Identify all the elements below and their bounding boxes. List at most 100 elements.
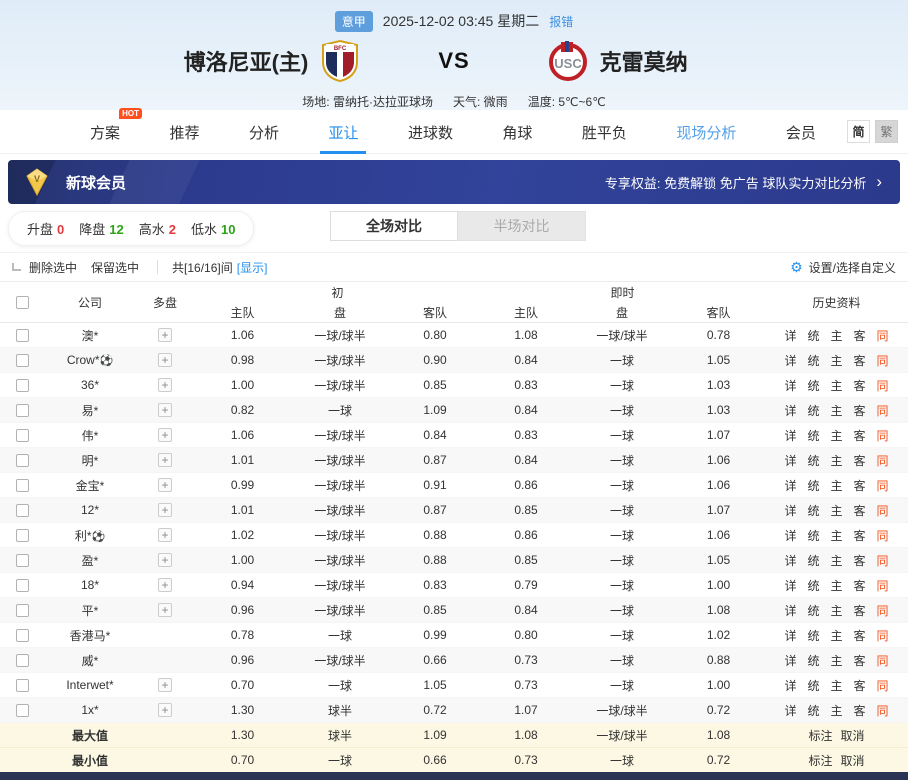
away-link[interactable]: 客: [854, 577, 866, 594]
lang-simplified-button[interactable]: 简: [847, 120, 870, 143]
tab-角球[interactable]: 角球: [500, 110, 534, 154]
company-name[interactable]: 明*: [45, 452, 135, 469]
same-link[interactable]: 同: [877, 352, 889, 369]
detail-link[interactable]: 详: [784, 652, 796, 669]
tab-现场分析[interactable]: 现场分析: [674, 110, 738, 154]
home-link[interactable]: 主: [830, 652, 842, 669]
full-match-toggle[interactable]: 全场对比: [330, 211, 458, 241]
company-name[interactable]: 金宝*: [45, 477, 135, 494]
detail-link[interactable]: 详: [784, 377, 796, 394]
same-link[interactable]: 同: [877, 327, 889, 344]
stats-link[interactable]: 统: [807, 377, 819, 394]
delete-selected-button[interactable]: 删除选中: [29, 259, 77, 276]
company-name[interactable]: 36*: [45, 378, 135, 392]
multi-odds-button[interactable]: +: [158, 353, 172, 367]
home-link[interactable]: 主: [830, 452, 842, 469]
company-name[interactable]: Crow*⚽: [45, 353, 135, 367]
row-checkbox[interactable]: [16, 629, 29, 642]
row-checkbox[interactable]: [16, 704, 29, 717]
away-link[interactable]: 客: [854, 452, 866, 469]
away-link[interactable]: 客: [854, 602, 866, 619]
row-checkbox[interactable]: [16, 679, 29, 692]
home-link[interactable]: 主: [830, 327, 842, 344]
mark-button[interactable]: 标注: [808, 752, 832, 769]
same-link[interactable]: 同: [877, 577, 889, 594]
stats-link[interactable]: 统: [807, 652, 819, 669]
same-link[interactable]: 同: [877, 452, 889, 469]
show-link[interactable]: [显示]: [237, 259, 268, 276]
stats-link[interactable]: 统: [807, 577, 819, 594]
same-link[interactable]: 同: [877, 427, 889, 444]
half-match-toggle[interactable]: 半场对比: [458, 211, 586, 241]
row-checkbox[interactable]: [16, 504, 29, 517]
cancel-button[interactable]: 取消: [841, 752, 865, 769]
detail-link[interactable]: 详: [784, 702, 796, 719]
home-link[interactable]: 主: [830, 527, 842, 544]
tab-胜平负[interactable]: 胜平负: [580, 110, 629, 154]
stats-link[interactable]: 统: [807, 477, 819, 494]
multi-odds-button[interactable]: +: [158, 678, 172, 692]
same-link[interactable]: 同: [877, 527, 889, 544]
detail-link[interactable]: 详: [784, 477, 796, 494]
same-link[interactable]: 同: [877, 652, 889, 669]
row-checkbox[interactable]: [16, 479, 29, 492]
row-checkbox[interactable]: [16, 529, 29, 542]
home-link[interactable]: 主: [830, 602, 842, 619]
away-link[interactable]: 客: [854, 502, 866, 519]
away-link[interactable]: 客: [854, 652, 866, 669]
tab-进球数[interactable]: 进球数: [406, 110, 455, 154]
same-link[interactable]: 同: [877, 477, 889, 494]
stats-link[interactable]: 统: [807, 502, 819, 519]
company-name[interactable]: 威*: [45, 652, 135, 669]
away-link[interactable]: 客: [854, 352, 866, 369]
stats-link[interactable]: 统: [807, 552, 819, 569]
row-checkbox[interactable]: [16, 404, 29, 417]
company-name[interactable]: 18*: [45, 578, 135, 592]
same-link[interactable]: 同: [877, 402, 889, 419]
away-link[interactable]: 客: [854, 677, 866, 694]
same-link[interactable]: 同: [877, 377, 889, 394]
row-checkbox[interactable]: [16, 554, 29, 567]
stats-link[interactable]: 统: [807, 702, 819, 719]
keep-selected-button[interactable]: 保留选中: [91, 259, 139, 276]
stats-link[interactable]: 统: [807, 527, 819, 544]
home-link[interactable]: 主: [830, 577, 842, 594]
company-name[interactable]: 12*: [45, 503, 135, 517]
row-checkbox[interactable]: [16, 454, 29, 467]
company-name[interactable]: 香港马*: [45, 627, 135, 644]
home-link[interactable]: 主: [830, 677, 842, 694]
company-name[interactable]: 利*⚽: [45, 527, 135, 544]
tab-方案[interactable]: 方案 HOT: [88, 110, 122, 154]
home-link[interactable]: 主: [830, 427, 842, 444]
multi-odds-button[interactable]: +: [158, 553, 172, 567]
multi-odds-button[interactable]: +: [158, 328, 172, 342]
row-checkbox[interactable]: [16, 579, 29, 592]
away-link[interactable]: 客: [854, 627, 866, 644]
row-checkbox[interactable]: [16, 329, 29, 342]
tab-会员[interactable]: 会员: [784, 110, 818, 154]
row-checkbox[interactable]: [16, 429, 29, 442]
company-name[interactable]: 澳*: [45, 327, 135, 344]
company-name[interactable]: 伟*: [45, 427, 135, 444]
detail-link[interactable]: 详: [784, 502, 796, 519]
report-error-link[interactable]: 报错: [549, 13, 573, 30]
multi-odds-button[interactable]: +: [158, 478, 172, 492]
multi-odds-button[interactable]: +: [158, 578, 172, 592]
row-checkbox[interactable]: [16, 379, 29, 392]
away-link[interactable]: 客: [854, 702, 866, 719]
multi-odds-button[interactable]: +: [158, 503, 172, 517]
home-link[interactable]: 主: [830, 377, 842, 394]
stats-link[interactable]: 统: [807, 427, 819, 444]
detail-link[interactable]: 详: [784, 677, 796, 694]
detail-link[interactable]: 详: [784, 602, 796, 619]
tab-亚让[interactable]: 亚让: [326, 110, 360, 154]
row-checkbox[interactable]: [16, 604, 29, 617]
away-link[interactable]: 客: [854, 527, 866, 544]
multi-odds-button[interactable]: +: [158, 603, 172, 617]
away-link[interactable]: 客: [854, 477, 866, 494]
home-link[interactable]: 主: [830, 502, 842, 519]
same-link[interactable]: 同: [877, 702, 889, 719]
same-link[interactable]: 同: [877, 502, 889, 519]
away-link[interactable]: 客: [854, 552, 866, 569]
multi-odds-button[interactable]: +: [158, 703, 172, 717]
